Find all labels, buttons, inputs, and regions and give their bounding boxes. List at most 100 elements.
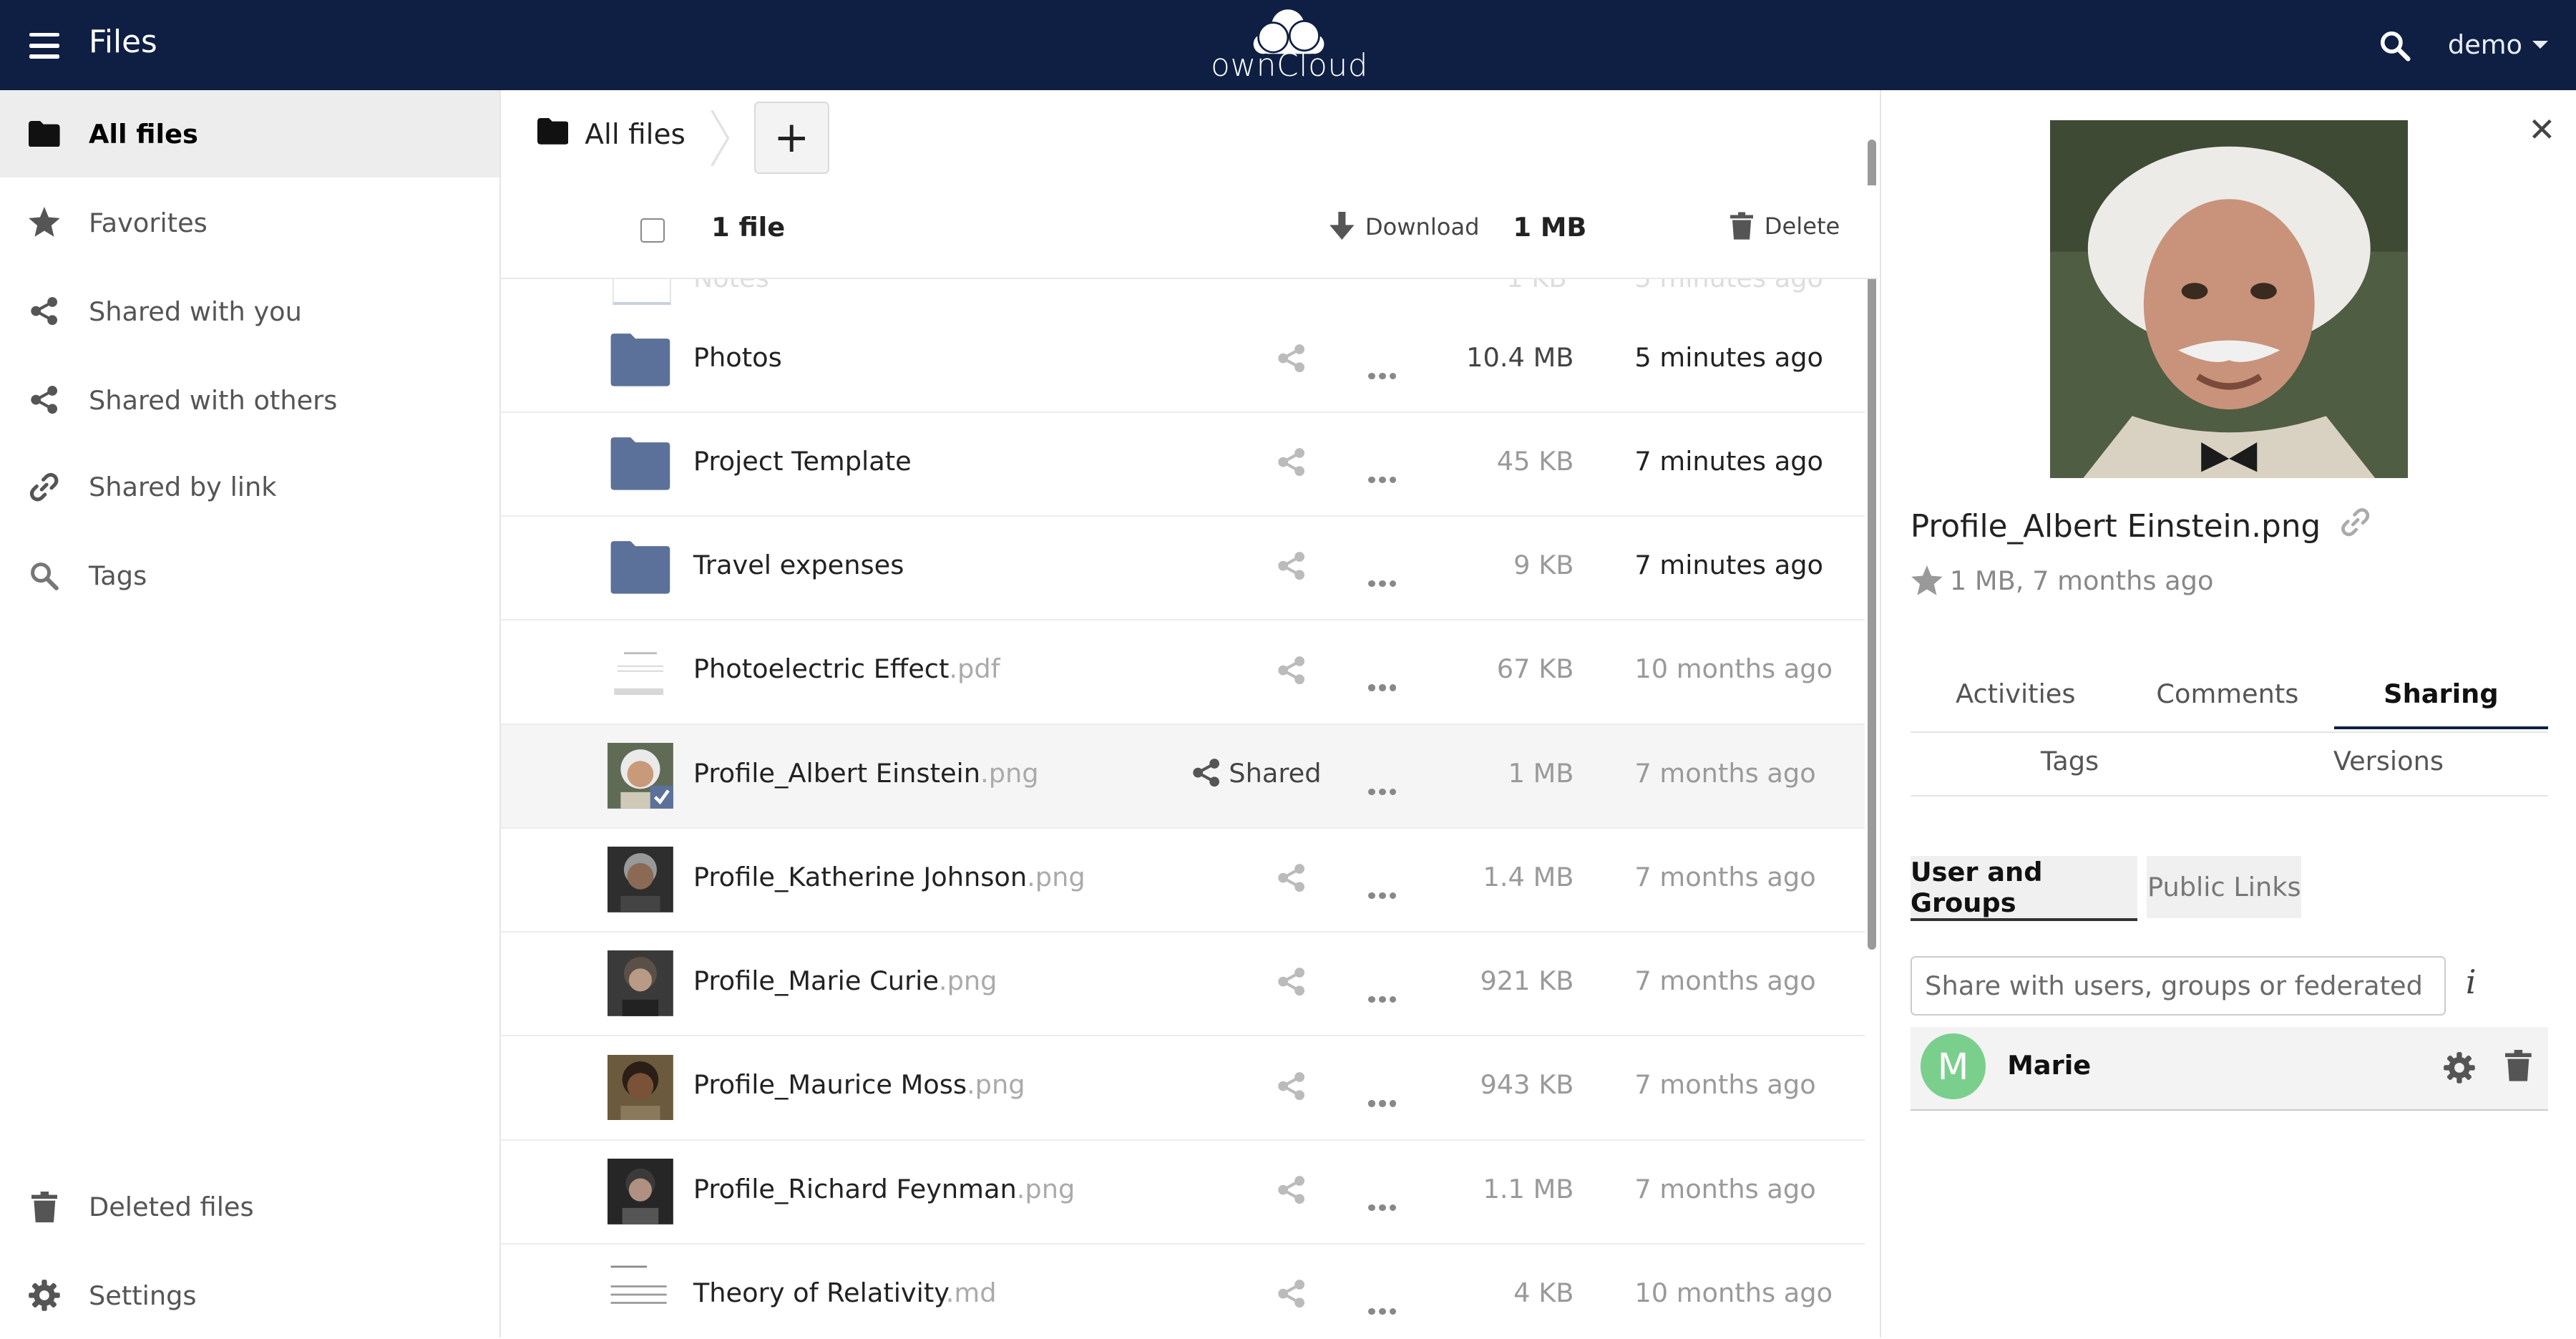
file-name[interactable]: Project Template bbox=[693, 446, 912, 477]
sidebar-item-settings[interactable]: Settings bbox=[0, 1252, 499, 1337]
file-row[interactable]: Photoelectric Effect.pdf 67 KB 10 months… bbox=[501, 620, 1865, 725]
file-name[interactable]: Theory of Relativity.md bbox=[693, 1277, 997, 1308]
trash-icon[interactable] bbox=[2504, 1050, 2532, 1081]
subtab-public-links[interactable]: Public Links bbox=[2147, 856, 2302, 919]
share-icon[interactable] bbox=[1277, 656, 1306, 685]
tab-sharing[interactable]: Sharing bbox=[2334, 678, 2547, 709]
info-icon[interactable]: i bbox=[2466, 963, 2477, 1001]
folder-icon bbox=[611, 437, 670, 490]
more-actions-icon[interactable] bbox=[1368, 1290, 1400, 1321]
file-date: 7 months ago bbox=[1634, 965, 1816, 997]
download-button[interactable]: Download bbox=[1329, 212, 1480, 241]
avatar: M bbox=[1920, 1033, 1986, 1099]
share-icon[interactable] bbox=[1277, 1279, 1306, 1308]
trash-icon bbox=[28, 1190, 61, 1223]
file-size: 9 KB bbox=[1513, 550, 1574, 581]
app-title[interactable]: Files bbox=[89, 24, 157, 60]
file-row[interactable]: Project Template 45 KB 7 minutes ago bbox=[501, 413, 1865, 517]
file-row-selected[interactable]: Profile_Albert Einstein.png Shared 1 MB … bbox=[501, 724, 1865, 829]
sidebar-item-all-files[interactable]: All files bbox=[0, 90, 499, 177]
more-actions-icon[interactable] bbox=[1368, 563, 1400, 593]
sidebar-item-shared-with-you[interactable]: Shared with you bbox=[0, 268, 499, 355]
file-name[interactable]: Photos bbox=[693, 342, 782, 373]
share-icon[interactable] bbox=[1277, 1071, 1306, 1101]
more-actions-icon[interactable] bbox=[1368, 1083, 1400, 1114]
breadcrumb[interactable]: All files bbox=[537, 118, 686, 152]
shared-button[interactable]: Shared bbox=[1191, 758, 1322, 789]
share-icon[interactable] bbox=[1277, 967, 1306, 996]
share-icon[interactable] bbox=[1277, 344, 1306, 373]
file-name[interactable]: Travel expenses bbox=[693, 550, 904, 580]
star-icon bbox=[28, 206, 61, 239]
more-actions-icon[interactable] bbox=[1368, 355, 1400, 386]
file-size: 1 KB bbox=[1506, 277, 1567, 294]
file-date: 7 minutes ago bbox=[1634, 445, 1824, 477]
tab-tags[interactable]: Tags bbox=[1911, 746, 2229, 776]
menu-icon[interactable] bbox=[29, 32, 59, 65]
link-icon[interactable] bbox=[2341, 507, 2370, 545]
file-row[interactable]: Profile_Maurice Moss.png 943 KB 7 months… bbox=[501, 1036, 1865, 1141]
more-actions-icon[interactable] bbox=[1368, 1187, 1400, 1217]
sidebar-item-shared-with-others[interactable]: Shared with others bbox=[0, 356, 499, 444]
file-row[interactable]: Profile_Katherine Johnson.png 1.4 MB 7 m… bbox=[501, 829, 1865, 933]
selection-bar: 1 file Download 1 MB Delete bbox=[501, 185, 1878, 279]
file-size: 67 KB bbox=[1496, 653, 1574, 685]
tab-activities[interactable]: Activities bbox=[1911, 678, 2121, 709]
file-row[interactable]: Profile_Marie Curie.png 921 KB 7 months … bbox=[501, 933, 1865, 1037]
shared-label: Shared bbox=[1229, 757, 1322, 789]
share-icon[interactable] bbox=[1277, 863, 1306, 892]
more-actions-icon[interactable] bbox=[1368, 875, 1400, 905]
sidebar-item-label: Shared by link bbox=[88, 472, 277, 503]
file-name[interactable]: Profile_Richard Feynman.png bbox=[693, 1174, 1075, 1204]
file-name[interactable]: Profile_Katherine Johnson.png bbox=[693, 862, 1085, 892]
more-actions-icon[interactable] bbox=[1368, 771, 1400, 802]
file-date: 7 months ago bbox=[1634, 861, 1816, 892]
sidebar-item-tags[interactable]: Tags bbox=[0, 532, 499, 620]
photo-thumbnail bbox=[608, 1054, 674, 1121]
file-size: 1.4 MB bbox=[1483, 861, 1574, 892]
file-rows: Photos 10.4 MB 5 minutes ago Project Tem… bbox=[501, 309, 1865, 1338]
file-row[interactable]: Travel expenses 9 KB 7 minutes ago bbox=[501, 517, 1865, 621]
share-icon[interactable] bbox=[1277, 1175, 1306, 1204]
photo-thumbnail bbox=[608, 742, 674, 809]
file-name[interactable]: Profile_Marie Curie.png bbox=[693, 965, 997, 996]
tab-versions[interactable]: Versions bbox=[2229, 746, 2547, 776]
share-icon bbox=[1192, 759, 1219, 787]
file-name[interactable]: Profile_Maurice Moss.png bbox=[693, 1069, 1025, 1100]
file-date: 7 months ago bbox=[1634, 1069, 1816, 1101]
sidebar-item-favorites[interactable]: Favorites bbox=[0, 179, 499, 266]
file-date: 10 months ago bbox=[1634, 1277, 1833, 1308]
image-preview bbox=[2049, 120, 2409, 479]
subtab-user-and-groups[interactable]: User and Groups bbox=[1910, 856, 2137, 922]
owncloud-logo[interactable]: ownCloud bbox=[1211, 8, 1367, 87]
sidebar-item-shared-by-link[interactable]: Shared by link bbox=[0, 444, 499, 531]
file-date: 5 minutes ago bbox=[1634, 341, 1824, 373]
user-menu[interactable]: demo bbox=[2448, 29, 2548, 60]
share-icon[interactable] bbox=[1277, 551, 1306, 580]
share-icon[interactable] bbox=[1277, 447, 1306, 477]
share-with-input[interactable] bbox=[1910, 956, 2446, 1016]
select-all-checkbox[interactable] bbox=[640, 218, 665, 243]
close-icon[interactable]: ✕ bbox=[2528, 110, 2555, 149]
file-name[interactable]: Profile_Albert Einstein.png bbox=[693, 758, 1039, 789]
new-button[interactable]: + bbox=[753, 102, 829, 174]
gear-icon[interactable] bbox=[2443, 1051, 2476, 1084]
star-icon[interactable] bbox=[1911, 565, 1943, 597]
details-meta: 1 MB, 7 months ago bbox=[1911, 565, 2213, 597]
active-tab-indicator bbox=[2334, 726, 2548, 730]
file-size: 921 KB bbox=[1480, 965, 1574, 997]
file-date: 7 months ago bbox=[1634, 757, 1816, 789]
logo-text: ownCloud bbox=[1211, 47, 1369, 84]
file-name[interactable]: Photoelectric Effect.pdf bbox=[693, 653, 1000, 684]
more-actions-icon[interactable] bbox=[1368, 978, 1400, 1009]
sidebar-item-deleted-files[interactable]: Deleted files bbox=[0, 1163, 499, 1250]
file-row[interactable]: Photos 10.4 MB 5 minutes ago bbox=[501, 309, 1865, 413]
more-actions-icon[interactable] bbox=[1368, 667, 1400, 698]
file-row[interactable]: Theory of Relativity.md 4 KB 10 months a… bbox=[501, 1245, 1865, 1338]
more-actions-icon[interactable] bbox=[1368, 459, 1400, 490]
delete-button[interactable]: Delete bbox=[1729, 212, 1840, 240]
search-icon[interactable] bbox=[2379, 29, 2411, 62]
sidebar-item-label: Shared with others bbox=[88, 384, 338, 416]
tab-comments[interactable]: Comments bbox=[2122, 678, 2333, 709]
file-row[interactable]: Profile_Richard Feynman.png 1.1 MB 7 mon… bbox=[501, 1141, 1865, 1245]
